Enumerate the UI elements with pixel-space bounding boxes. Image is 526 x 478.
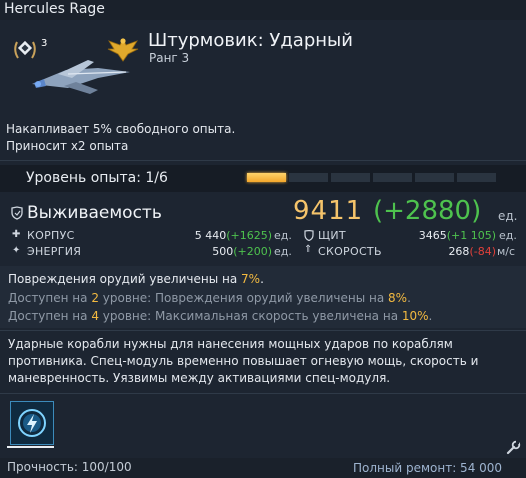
shield-icon <box>304 230 314 241</box>
energy-icon: ✦ <box>12 245 21 256</box>
hull-bonus: (+1625) <box>226 229 272 242</box>
ship-description: Ударные корабли нужны для нанесения мощн… <box>8 337 479 385</box>
xp-segment <box>415 173 454 182</box>
faction-eagle-icon <box>107 38 139 62</box>
energy-value: 500(+200) <box>212 245 272 258</box>
energy-unit: ед. <box>274 245 292 258</box>
xp-segment <box>331 173 370 182</box>
full-repair-cost[interactable]: Полный ремонт: 54 000 <box>353 461 502 475</box>
survivability-unit: ед. <box>498 209 518 223</box>
divider <box>0 393 526 394</box>
survivability-total: 9411 <box>293 196 364 226</box>
shield-label: ЩИТ <box>318 229 346 242</box>
window-title: Hercules Rage <box>0 0 526 20</box>
lightning-shield-icon <box>18 409 46 437</box>
xp-segment-filled <box>247 173 286 182</box>
hull-icon: ✚ <box>12 229 21 240</box>
ship-name: Штурмовик: Ударный <box>148 30 353 51</box>
durability-label: Прочность: 100/100 <box>7 460 132 474</box>
speed-value: 268(-84) <box>448 245 496 258</box>
speed-icon: ⇑ <box>304 244 313 255</box>
speed-label: СКОРОСТЬ <box>318 245 382 258</box>
xp-segment <box>457 173 496 182</box>
divider <box>0 160 526 161</box>
shield-unit: ед. <box>499 229 517 242</box>
module-level-2: Доступен на 2 уровне: Повреждения орудий… <box>8 291 411 305</box>
survivability-bonus: (+2880) <box>373 196 482 226</box>
shield-bonus: (+1 105) <box>446 229 496 242</box>
repair-wrench-icon[interactable] <box>505 440 521 456</box>
rank-badge-number: 3 <box>41 38 48 49</box>
speed-penalty: (-84) <box>469 245 496 258</box>
divider <box>0 330 526 331</box>
survivability-icon <box>11 206 23 220</box>
xp-segment <box>289 173 328 182</box>
energy-label: ЭНЕРГИЯ <box>27 245 82 258</box>
bonus-line-xp-multiplier: Приносит x2 опыта <box>6 139 129 153</box>
module-level-4: Доступен на 4 уровне: Максимальная скоро… <box>8 309 433 323</box>
hull-label: КОРПУС <box>27 229 75 242</box>
bonus-line-free-xp: Накапливает 5% свободного опыта. <box>6 122 236 136</box>
hull-value: 5 440(+1625) <box>194 229 272 242</box>
ability-underline <box>7 446 54 448</box>
xp-segment <box>373 173 412 182</box>
experience-level-label: Уровень опыта: 1/6 <box>26 170 168 186</box>
survivability-title: Выживаемость <box>27 203 162 223</box>
module-current: Повреждения орудий увеличены на 7%. <box>8 272 264 286</box>
speed-unit: м/с <box>497 245 516 258</box>
hull-unit: ед. <box>274 229 292 242</box>
special-module-button[interactable] <box>10 401 54 445</box>
energy-bonus: (+200) <box>233 245 272 258</box>
shield-value: 3465(+1 105) <box>418 229 496 242</box>
ship-rank: Ранг 3 <box>149 51 190 65</box>
